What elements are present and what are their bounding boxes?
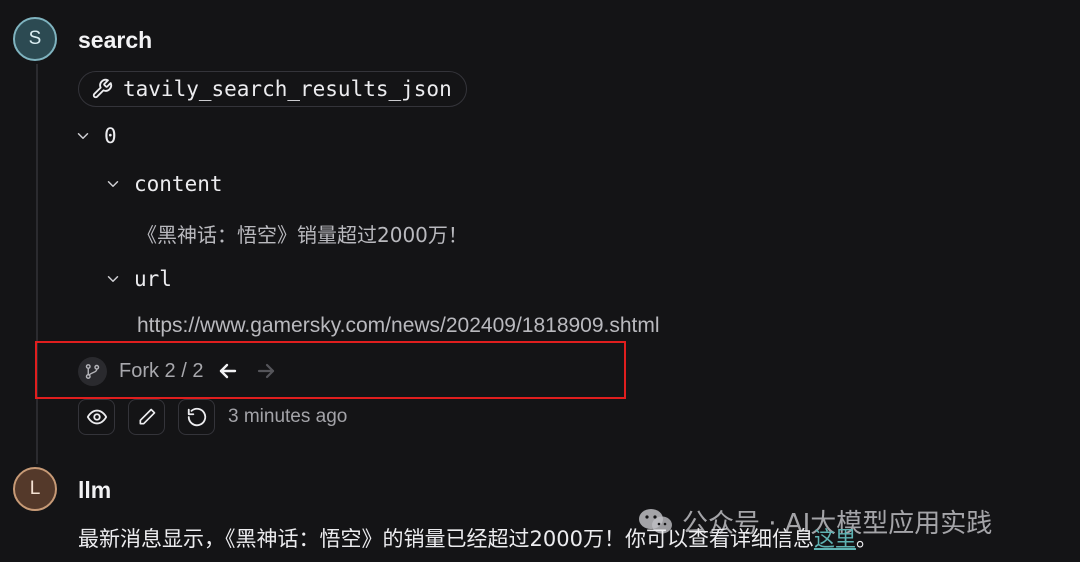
tool-name: tavily_search_results_json [123, 77, 452, 101]
avatar-llm: L [13, 467, 57, 511]
pencil-icon [139, 408, 155, 425]
llm-message-body: 最新消息显示，《黑神话：悟空》的销量已经超过2000万！你可以查看详细信息 [78, 527, 814, 551]
view-button[interactable] [78, 399, 115, 435]
tree-key-url: url [134, 267, 172, 291]
rerun-button[interactable] [178, 399, 215, 435]
sender-name: llm [78, 477, 112, 503]
git-fork-icon [78, 356, 107, 386]
arrow-right-icon [258, 363, 275, 379]
arrow-left-icon [220, 363, 237, 379]
tree-node-url[interactable]: url [104, 267, 172, 291]
llm-message-suffix: 。 [855, 527, 877, 551]
message-actions: 3 minutes ago [78, 399, 347, 435]
wrench-icon [91, 78, 113, 100]
avatar-letter: S [28, 28, 42, 49]
tree-value-content: 《黑神话：悟空》销量超过2000万！ [137, 223, 468, 247]
fork-prev-button[interactable] [215, 358, 241, 384]
tool-call-chip[interactable]: tavily_search_results_json [78, 71, 467, 107]
chevron-down-icon[interactable] [104, 270, 122, 288]
chevron-down-icon[interactable] [104, 175, 122, 193]
sender-name: search [78, 27, 153, 53]
tree-key-index: 0 [104, 124, 117, 148]
eye-icon [86, 409, 107, 425]
message-timestamp: 3 minutes ago [228, 406, 348, 427]
chevron-down-icon[interactable] [74, 127, 92, 145]
tree-node-content[interactable]: content [104, 172, 223, 196]
thread-line [36, 64, 38, 464]
tree-value-url[interactable]: https://www.gamersky.com/news/202409/181… [137, 314, 660, 338]
detail-link[interactable]: 这里 [814, 527, 856, 551]
llm-message-text: 最新消息显示，《黑神话：悟空》的销量已经超过2000万！你可以查看详细信息这里。 [78, 523, 877, 553]
fork-navigation: Fork 2 / 2 [78, 356, 279, 386]
avatar-search: S [13, 17, 57, 61]
tree-key-content: content [134, 172, 223, 196]
edit-button[interactable] [128, 399, 165, 435]
fork-next-button[interactable] [253, 358, 279, 384]
tree-node-0[interactable]: 0 [74, 124, 117, 148]
avatar-letter: L [29, 478, 41, 499]
refresh-icon [187, 407, 206, 427]
fork-counter: Fork 2 / 2 [119, 359, 204, 382]
